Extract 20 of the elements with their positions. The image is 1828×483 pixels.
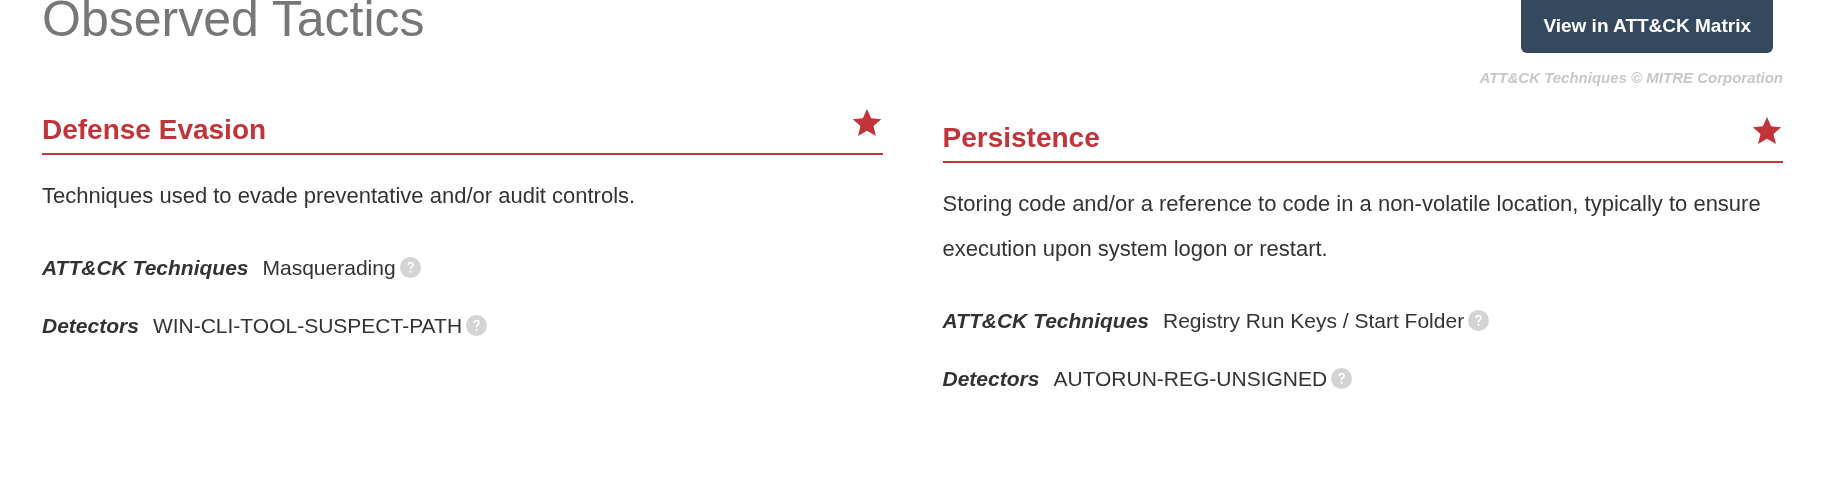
tactic-title: Persistence (942, 121, 1100, 155)
detail-label: Detectors (942, 365, 1040, 392)
detail-value: Masquerading (262, 255, 396, 282)
help-icon[interactable] (1468, 310, 1490, 332)
detail-label: Detectors (42, 312, 139, 339)
page-title: Observed Tactics (42, 0, 425, 44)
star-icon[interactable] (850, 107, 883, 139)
detail-label: ATT&CK Techniques (942, 308, 1149, 335)
help-icon[interactable] (1331, 367, 1353, 389)
detail-value: WIN-CLI-TOOL-SUSPECT-PATH (152, 312, 463, 339)
tactic-title: Defense Evasion (42, 113, 267, 147)
help-icon[interactable] (466, 314, 488, 336)
tactic-description: Techniques used to evade preventative and/or audit controls. (42, 182, 637, 210)
matrix-button[interactable]: View in ATT&CK Matrix (1521, 0, 1773, 53)
star-icon[interactable] (1751, 115, 1783, 147)
detail-value: AUTORUN-REG-UNSIGNED (1053, 365, 1328, 392)
help-icon[interactable] (399, 257, 421, 279)
tactic-description: Storing code and/or a reference to code in a non-volatile location, typically to ensure execution upon system logon or restart. (942, 190, 1762, 264)
detail-value: Registry Run Keys / Start Folder (1163, 308, 1465, 335)
detail-label: ATT&CK Techniques (42, 255, 249, 282)
